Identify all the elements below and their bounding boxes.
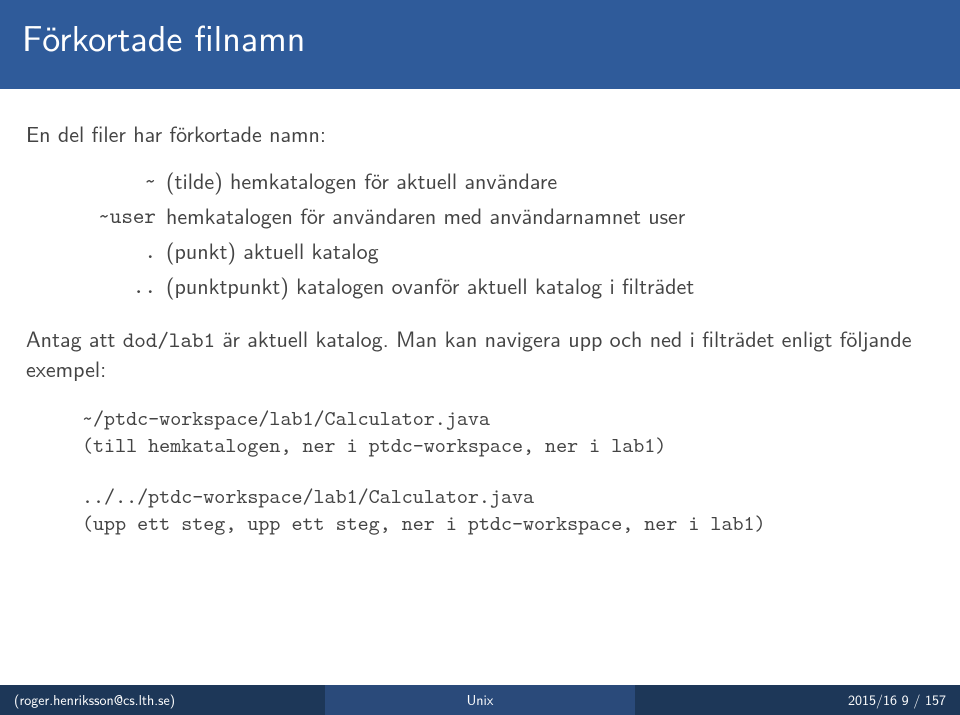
footer: (roger.henriksson@cs.lth.se) Unix 2015/1…	[0, 685, 960, 715]
def-desc-tilde-user: hemkatalogen för användaren med användar…	[166, 201, 934, 230]
def-term-dot: .	[56, 236, 156, 265]
code2-line2: (upp ett steg, upp ett steg, ner i ptdc-…	[82, 509, 766, 537]
para2-pre: Antag att	[26, 322, 123, 354]
footer-center: Unix	[325, 685, 636, 715]
slide-title: Förkortade filnamn	[22, 10, 938, 63]
def-term-tilde-user: ~user	[56, 201, 156, 230]
footer-title: Unix	[467, 690, 494, 710]
para2-code: dod/lab1	[123, 325, 215, 354]
def-term-dotdot: ..	[56, 271, 156, 300]
code2-line1: ../../ptdc-workspace/lab1/Calculator.jav…	[82, 482, 534, 510]
code-example-1: ~/ptdc-workspace/lab1/Calculator.java (t…	[82, 405, 934, 459]
title-block: Förkortade filnamn	[0, 0, 960, 89]
code1-line2: (till hemkatalogen, ner i ptdc-workspace…	[82, 431, 666, 459]
def-desc-dotdot: (punktpunkt) katalogen ovanför aktuell k…	[166, 271, 934, 300]
paragraph-2: Antag att dod/lab1 är aktuell katalog. M…	[26, 324, 934, 383]
def-desc-tilde: (tilde) hemkatalogen för aktuell använda…	[166, 166, 934, 195]
footer-right: 2015/16 9 / 157	[635, 685, 960, 715]
footer-left: (roger.henriksson@cs.lth.se)	[0, 685, 325, 715]
footer-page: 2015/16 9 / 157	[848, 690, 946, 710]
slide: Förkortade filnamn En del filer har förk…	[0, 0, 960, 715]
code-example-2: ../../ptdc-workspace/lab1/Calculator.jav…	[82, 483, 934, 537]
intro-text: En del filer har förkortade namn:	[26, 119, 934, 148]
slide-body: En del filer har förkortade namn: ~ (til…	[0, 89, 960, 685]
def-desc-dot: (punkt) aktuell katalog	[166, 236, 934, 265]
code1-line1: ~/ptdc-workspace/lab1/Calculator.java	[82, 404, 490, 432]
def-term-tilde: ~	[56, 166, 156, 195]
definition-list: ~ (tilde) hemkatalogen för aktuell använ…	[56, 166, 934, 300]
footer-author: (roger.henriksson@cs.lth.se)	[14, 690, 175, 710]
